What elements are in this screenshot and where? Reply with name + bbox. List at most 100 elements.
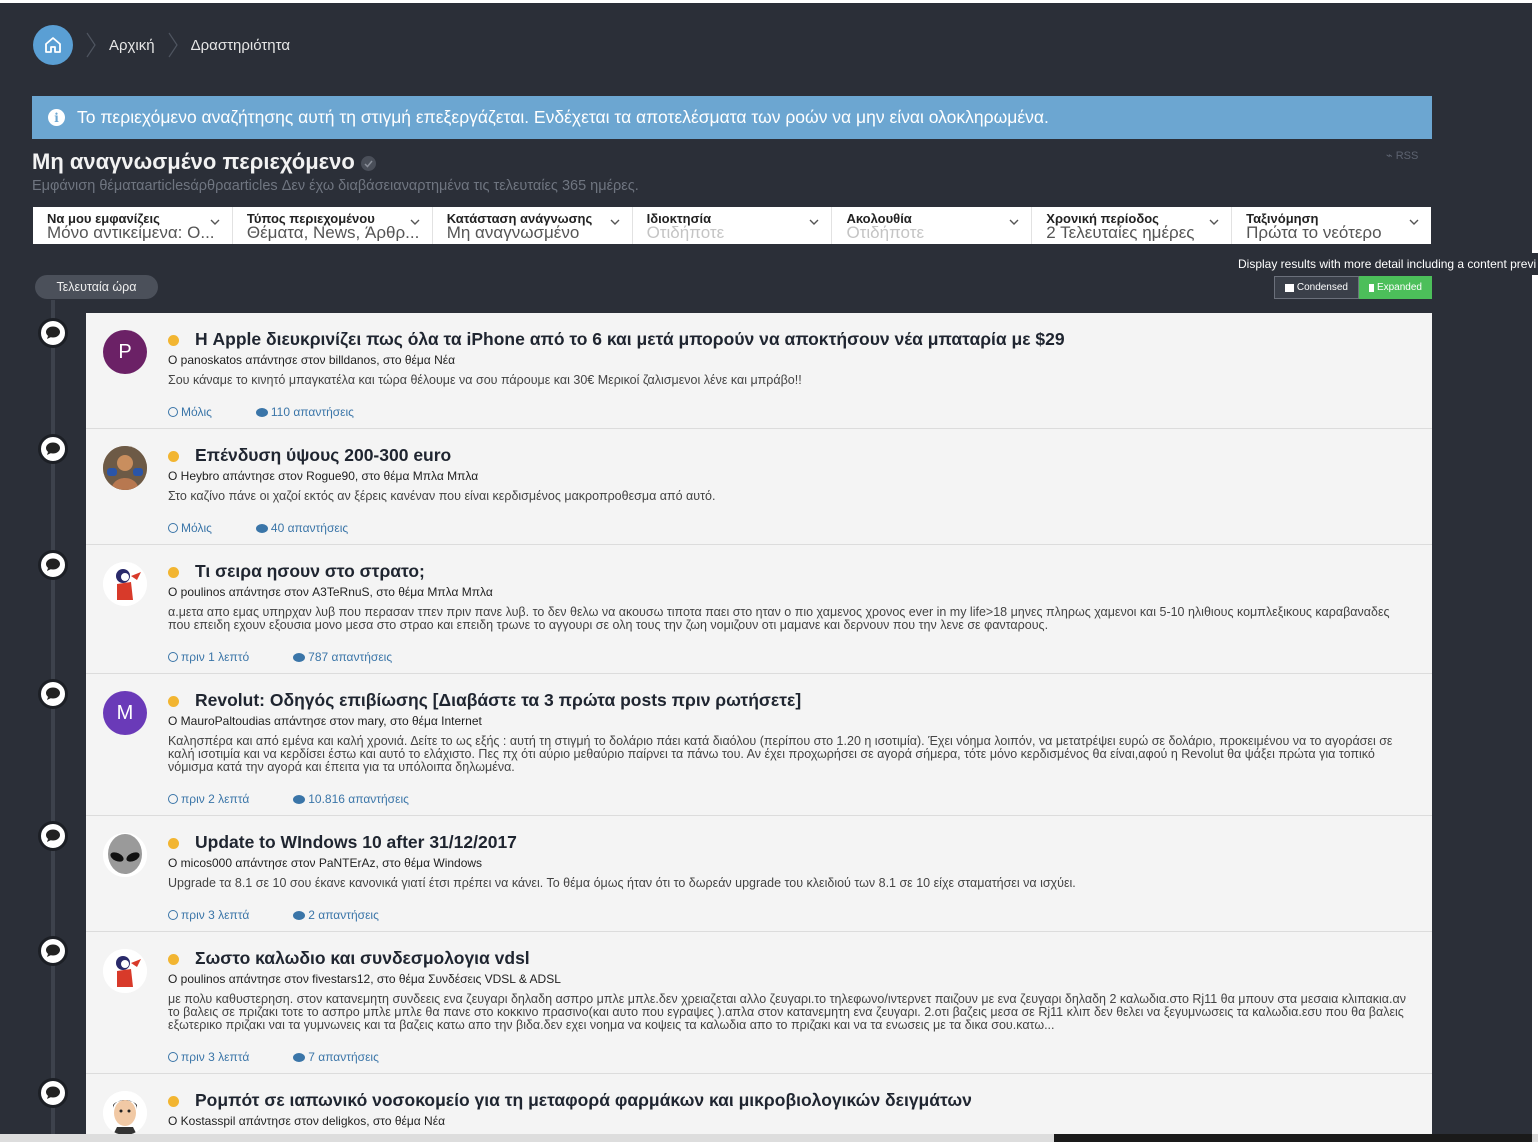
breadcrumb-home[interactable]: Αρχική bbox=[109, 37, 155, 54]
filter-following[interactable]: Ακολουθία Οτιδήποτε bbox=[832, 207, 1033, 244]
check-circle-icon[interactable] bbox=[360, 156, 376, 171]
chevron-down-icon bbox=[1209, 219, 1219, 225]
item-stats: πριν 1 λεπτό 787 απαντήσεις bbox=[168, 650, 436, 664]
item-time-label: πριν 3 λεπτά bbox=[181, 1050, 250, 1064]
stream-item: Τι σειρα ησουν στο στρατο; Ο poulinos απ… bbox=[86, 545, 1432, 674]
stream-item: M Revolut: Οδηγός επιβίωσης [Διαβάστε τα… bbox=[86, 674, 1432, 816]
item-replies-label: 787 απαντήσεις bbox=[308, 650, 393, 664]
filter-time-period[interactable]: Χρονική περίοδος 2 Τελευταίες ημέρες bbox=[1032, 207, 1233, 244]
item-title-link[interactable]: Ρομπότ σε ιαπωνικό νοσοκομείο για τη μετ… bbox=[195, 1090, 972, 1111]
filter-value: Οτιδήποτε bbox=[646, 225, 725, 241]
item-title-link[interactable]: Επένδυση ύψους 200-300 euro bbox=[195, 445, 451, 466]
avatar[interactable]: P bbox=[103, 330, 147, 374]
item-snippet: με πολυ καθυστερηση. στον κατανεμητη συν… bbox=[168, 992, 1406, 1032]
item-stats: πριν 3 λεπτά 2 απαντήσεις bbox=[168, 908, 423, 922]
item-title: Επένδυση ύψους 200-300 euro bbox=[168, 445, 451, 466]
item-meta: Ο micos000 απάντησε στον PaNTErAz, στο θ… bbox=[168, 856, 483, 870]
filter-label: Ακολουθία bbox=[846, 211, 912, 226]
item-replies[interactable]: 40 απαντήσεις bbox=[255, 521, 349, 535]
avatar-letter: P bbox=[118, 340, 132, 363]
expanded-button[interactable]: Expanded bbox=[1359, 276, 1432, 299]
item-title-link[interactable]: Σωστο καλωδιο και συνδεσμολογια vdsl bbox=[195, 948, 530, 969]
time-group-label: Τελευταία ώρα bbox=[35, 275, 158, 299]
cartoon-face-icon[interactable] bbox=[103, 1091, 147, 1135]
item-replies[interactable]: 110 απαντήσεις bbox=[255, 405, 354, 419]
filter-label: Να μου εμφανίζεις bbox=[47, 211, 160, 226]
unread-dot-icon bbox=[168, 567, 179, 578]
item-title-link[interactable]: Τι σειρα ησουν στο στρατο; bbox=[195, 561, 425, 582]
comment-icon bbox=[38, 679, 68, 709]
chevron-down-icon bbox=[210, 219, 220, 225]
filter-sort[interactable]: Ταξινόμηση Πρώτα το νεότερο bbox=[1232, 207, 1431, 244]
item-time-label: πριν 2 λεπτά bbox=[181, 792, 250, 806]
filter-show[interactable]: Να μου εμφανίζεις Μόνο αντικείμενα: Ο... bbox=[33, 207, 233, 244]
item-time[interactable]: Μόλις bbox=[168, 521, 212, 535]
filter-label: Τύπος περιεχομένου bbox=[246, 211, 375, 226]
filter-value: Θέματα, News, Άρθρ... bbox=[246, 225, 420, 241]
item-replies-label: 10.816 απαντήσεις bbox=[308, 792, 409, 806]
item-time[interactable]: πριν 2 λεπτά bbox=[168, 792, 249, 806]
comment-icon bbox=[38, 936, 68, 966]
filter-content-type[interactable]: Τύπος περιεχομένου Θέματα, News, Άρθρ... bbox=[233, 207, 433, 244]
unread-dot-icon bbox=[168, 451, 179, 462]
item-snippet: α.μετα απο εμας υπηρχαν λυβ που περασαν … bbox=[168, 605, 1390, 632]
chevron-right-icon bbox=[161, 25, 185, 65]
item-stats: Μόλις 40 απαντήσεις bbox=[168, 521, 392, 535]
item-time[interactable]: πριν 1 λεπτό bbox=[168, 650, 249, 664]
item-replies[interactable]: 7 απαντήσεις bbox=[293, 1050, 379, 1064]
item-time[interactable]: πριν 3 λεπτά bbox=[168, 908, 249, 922]
cartoon-avatar-icon[interactable] bbox=[103, 949, 147, 993]
rss-link[interactable]: ⌁ RSS bbox=[1386, 149, 1418, 162]
item-time-label: πριν 1 λεπτό bbox=[181, 650, 250, 664]
view-toggle: Condensed Expanded bbox=[1274, 276, 1432, 299]
item-title: Σωστο καλωδιο και συνδεσμολογια vdsl bbox=[168, 948, 530, 969]
filter-ownership[interactable]: Ιδιοκτησία Οτιδήποτε bbox=[633, 207, 833, 244]
item-meta: Ο poulinos απάντησε στον fivestars12, στ… bbox=[168, 972, 561, 986]
item-time[interactable]: πριν 3 λεπτά bbox=[168, 1050, 249, 1064]
filter-value: Μόνο αντικείμενα: Ο... bbox=[47, 225, 215, 241]
item-replies-label: 40 απαντήσεις bbox=[270, 521, 349, 535]
timeline-line bbox=[51, 300, 55, 1142]
filter-label: Ταξινόμηση bbox=[1246, 211, 1319, 226]
unread-dot-icon bbox=[168, 954, 179, 965]
item-replies-label: 110 απαντήσεις bbox=[270, 405, 354, 419]
stream-item: Ρομπότ σε ιαπωνικό νοσοκομείο για τη μετ… bbox=[86, 1074, 1432, 1142]
item-time-label: Μόλις bbox=[181, 405, 212, 419]
filter-label: Ιδιοκτησία bbox=[646, 211, 712, 226]
comment-icon bbox=[293, 1052, 306, 1062]
item-title-link[interactable]: Revolut: Οδηγός επιβίωσης [Διαβάστε τα 3… bbox=[195, 690, 801, 711]
home-icon[interactable] bbox=[33, 25, 73, 65]
item-title: Update to WIndows 10 after 31/12/2017 bbox=[168, 832, 517, 853]
item-title-link[interactable]: Update to WIndows 10 after 31/12/2017 bbox=[195, 832, 517, 853]
clock-icon bbox=[168, 523, 178, 533]
bottom-dark-strip bbox=[1054, 1134, 1532, 1142]
item-replies[interactable]: 2 απαντήσεις bbox=[293, 908, 379, 922]
list-icon bbox=[1285, 283, 1294, 292]
page-title-text: Μη αναγνωσμένο περιεχόμενο bbox=[32, 149, 355, 174]
item-title: Ρομπότ σε ιαπωνικό νοσοκομείο για τη μετ… bbox=[168, 1090, 972, 1111]
unread-dot-icon bbox=[168, 838, 179, 849]
condensed-button[interactable]: Condensed bbox=[1274, 276, 1359, 299]
clock-icon bbox=[168, 407, 178, 417]
right-edge bbox=[1532, 0, 1538, 1142]
user-photo-icon[interactable] bbox=[103, 446, 147, 490]
item-replies-label: 2 απαντήσεις bbox=[308, 908, 379, 922]
cartoon-avatar-icon[interactable] bbox=[103, 562, 147, 606]
item-replies[interactable]: 10.816 απαντήσεις bbox=[293, 792, 409, 806]
unread-dot-icon bbox=[168, 1096, 179, 1107]
stream-item: Επένδυση ύψους 200-300 euro Ο Heybro απά… bbox=[86, 429, 1432, 545]
filter-value: Πρώτα το νεότερο bbox=[1246, 225, 1382, 241]
stream-item: Σωστο καλωδιο και συνδεσμολογια vdsl Ο p… bbox=[86, 932, 1432, 1074]
clock-icon bbox=[168, 910, 178, 920]
item-time[interactable]: Μόλις bbox=[168, 405, 212, 419]
alien-avatar-icon[interactable] bbox=[103, 833, 147, 877]
filter-read-status[interactable]: Κατάσταση ανάγνωσης Μη αναγνωσμένο bbox=[433, 207, 633, 244]
unread-dot-icon bbox=[168, 335, 179, 346]
item-replies[interactable]: 787 απαντήσεις bbox=[293, 650, 392, 664]
item-time-label: Μόλις bbox=[181, 521, 212, 535]
expanded-label: Expanded bbox=[1376, 282, 1422, 293]
chevron-down-icon bbox=[1009, 219, 1019, 225]
breadcrumb-activity[interactable]: Δραστηριότητα bbox=[191, 37, 290, 54]
avatar[interactable]: M bbox=[103, 691, 147, 735]
item-title-link[interactable]: Η Apple διευκρινίζει πως όλα τα iPhone α… bbox=[195, 329, 1065, 350]
